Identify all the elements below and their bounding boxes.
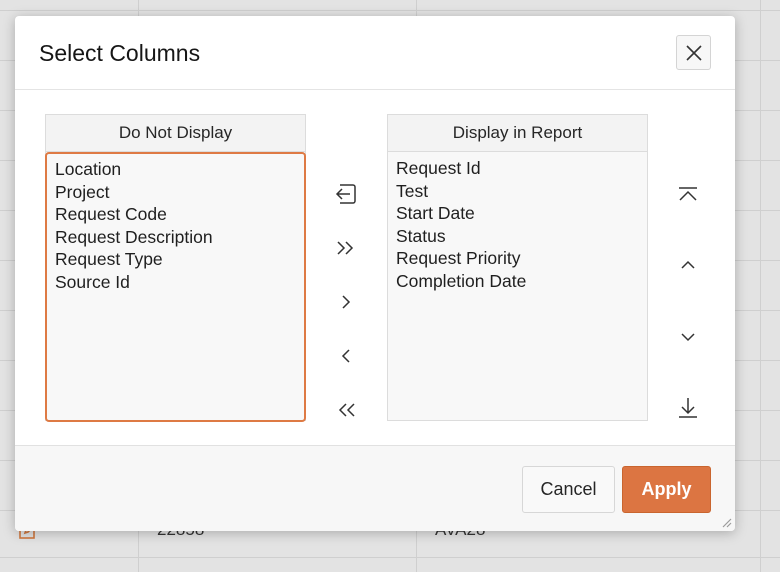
move-up-button[interactable]: [673, 250, 703, 280]
move-bottom-icon: [679, 398, 697, 418]
do-not-display-panel: Do Not Display Location Project Request …: [45, 114, 306, 422]
move-right-icon: [342, 295, 351, 309]
move-left-button[interactable]: [331, 341, 361, 371]
dialog-header: Select Columns: [15, 16, 735, 90]
move-all-right-button[interactable]: [331, 233, 361, 263]
list-option-request-priority[interactable]: Request Priority: [396, 247, 639, 270]
move-left-icon: [341, 349, 350, 363]
display-in-report-listbox[interactable]: Request Id Test Start Date Status Reques…: [388, 152, 647, 420]
move-down-button[interactable]: [673, 322, 703, 352]
close-icon: [685, 44, 702, 61]
list-option-status[interactable]: Status: [396, 225, 639, 248]
move-down-icon: [681, 333, 695, 342]
move-up-icon: [681, 260, 695, 269]
list-option-test[interactable]: Test: [396, 180, 639, 203]
close-button[interactable]: [676, 35, 711, 70]
reset-button[interactable]: [331, 179, 361, 209]
move-bottom-button[interactable]: [673, 393, 703, 423]
dialog-footer: Cancel Apply: [15, 445, 735, 531]
list-option-source-id[interactable]: Source Id: [55, 271, 296, 294]
dialog-body: Do Not Display Location Project Request …: [15, 90, 735, 445]
display-in-report-header: Display in Report: [388, 115, 647, 152]
move-right-button[interactable]: [331, 287, 361, 317]
dialog-title: Select Columns: [39, 40, 201, 66]
do-not-display-header: Do Not Display: [46, 115, 305, 152]
list-option-completion-date[interactable]: Completion Date: [396, 270, 639, 293]
list-option-request-id[interactable]: Request Id: [396, 157, 639, 180]
list-option-start-date[interactable]: Start Date: [396, 202, 639, 225]
grid-col-line: [760, 0, 761, 572]
list-option-request-code[interactable]: Request Code: [55, 203, 296, 226]
move-top-button[interactable]: [673, 180, 703, 210]
list-option-location[interactable]: Location: [55, 158, 296, 181]
reset-icon: [335, 184, 356, 204]
list-option-request-type[interactable]: Request Type: [55, 248, 296, 271]
move-all-left-button[interactable]: [331, 395, 361, 425]
cancel-button[interactable]: Cancel: [522, 466, 615, 513]
grid-row-line: [0, 557, 780, 558]
do-not-display-listbox[interactable]: Location Project Request Code Request De…: [45, 152, 306, 422]
list-option-request-description[interactable]: Request Description: [55, 226, 296, 249]
resize-handle-icon[interactable]: [720, 516, 732, 528]
apply-button[interactable]: Apply: [622, 466, 711, 513]
grid-row-line: [0, 10, 780, 11]
list-option-project[interactable]: Project: [55, 181, 296, 204]
display-in-report-panel: Display in Report Request Id Test Start …: [387, 114, 648, 421]
move-all-left-icon: [338, 403, 355, 417]
select-columns-dialog: Select Columns Do Not Display Location P…: [15, 16, 735, 531]
move-all-right-icon: [337, 241, 354, 255]
move-top-icon: [679, 187, 697, 201]
